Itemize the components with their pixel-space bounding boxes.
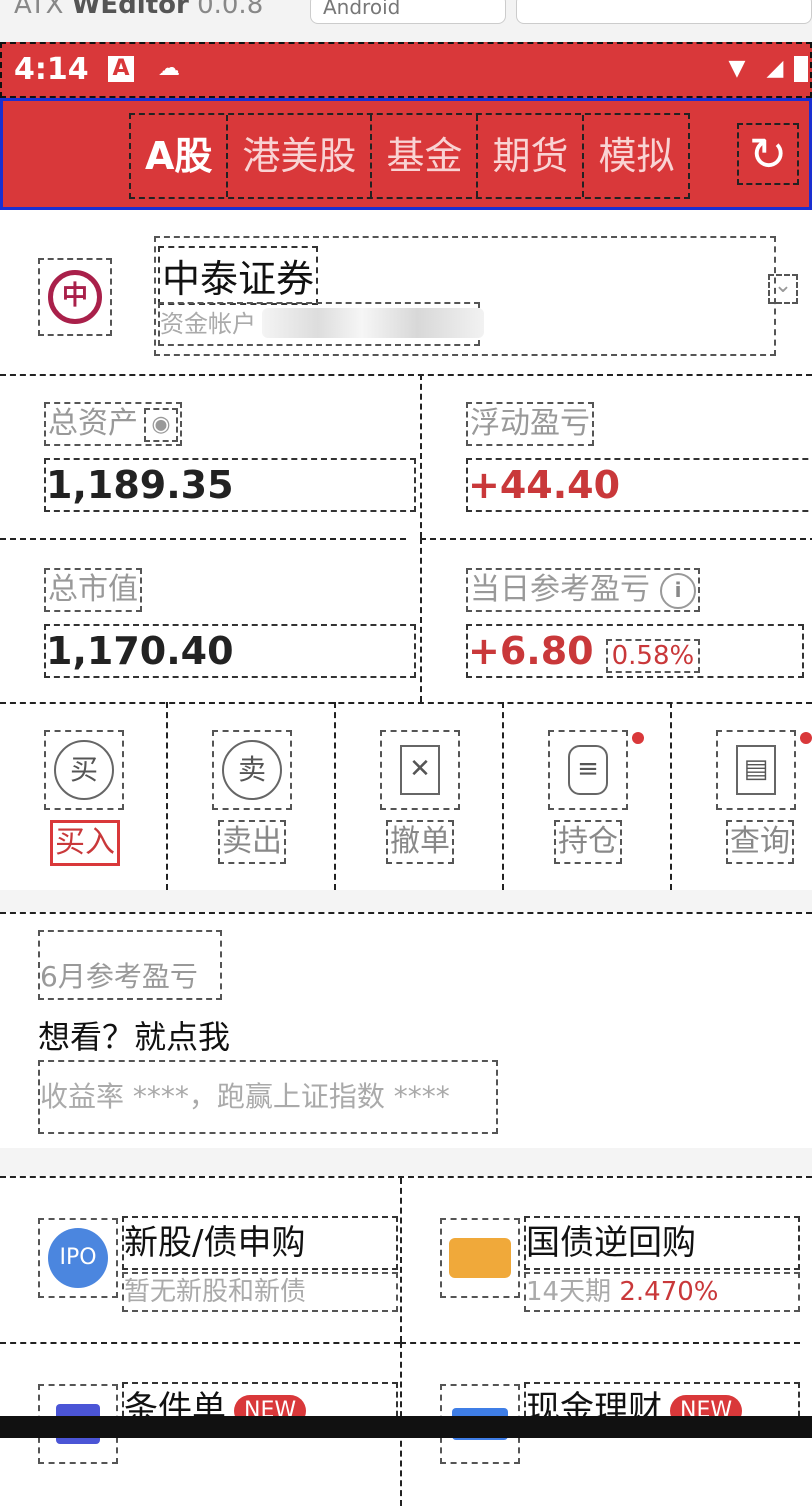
buy-label: 买入 (50, 820, 120, 866)
total-assets-cell: 总资产 ◉ 1,189.35 (0, 374, 416, 538)
document-icon: ▤ (716, 730, 796, 810)
floating-pl-value: +44.40 (466, 458, 812, 512)
ipo-icon-text: IPO (48, 1228, 108, 1288)
account-number-masked (262, 308, 484, 338)
ipo-icon: IPO (38, 1218, 118, 1298)
floating-pl-label: 浮动盈亏 (466, 402, 594, 446)
market-nav: A股 港美股 基金 期货 模拟 ↻ (0, 98, 812, 210)
system-nav-bar (0, 1416, 812, 1438)
buy-icon-glyph: 买 (54, 740, 114, 800)
feature-grid: IPO 新股/债申购 暂无新股和新债 国债逆回购 14天期 2.470% 条件单… (0, 1176, 812, 1506)
sell-label: 卖出 (218, 820, 286, 864)
ticket-icon-shape (449, 1238, 511, 1278)
sell-button[interactable]: 卖 卖出 (168, 702, 336, 890)
buy-icon: 买 (44, 730, 124, 810)
sell-icon: 卖 (212, 730, 292, 810)
tab-a-shares[interactable]: A股 (131, 115, 229, 197)
section-gap (0, 890, 812, 912)
positions-label: 持仓 (554, 820, 622, 864)
browser-title-prefix: ATX (14, 0, 64, 20)
today-pl-percent: 0.58% (605, 639, 701, 673)
tab-hk-us[interactable]: 港美股 (228, 115, 373, 197)
floating-pl-cell: 浮动盈亏 +44.40 (420, 374, 812, 538)
sell-icon-glyph: 卖 (222, 740, 282, 800)
ipo-subtitle: 暂无新股和新债 (122, 1272, 398, 1312)
browser-tab-android[interactable]: Android (310, 0, 506, 24)
today-pl-amount: +6.80 (468, 629, 594, 673)
buy-button[interactable]: 买 买入 (0, 702, 168, 890)
status-bar: 4:14 A ☁ ▼ ◢ (0, 42, 812, 98)
broker-name: 中泰证券 (158, 246, 319, 305)
cancel-order-label: 撤单 (386, 820, 454, 864)
query-button[interactable]: ▤ 查询 (672, 702, 812, 890)
refresh-icon[interactable]: ↻ (737, 123, 799, 185)
reverse-repo-rate: 2.470% (619, 1277, 719, 1307)
wifi-icon: ▼ (728, 56, 746, 81)
query-label: 查询 (726, 820, 794, 864)
reverse-repo-term: 14天期 (526, 1277, 612, 1307)
database-icon: ≡ (548, 730, 628, 810)
browser-tab-label: Android (323, 0, 401, 19)
cancel-order-icon-glyph: ✕ (400, 745, 440, 795)
positions-badge-dot (632, 732, 644, 744)
market-tabs: A股 港美股 基金 期货 模拟 (129, 113, 691, 199)
monthly-pl-card[interactable]: 6月参考盈亏 想看？就点我 收益率 ****，跑赢上证指数 **** (0, 912, 812, 1152)
monthly-pl-subtitle: 收益率 ****，跑赢上证指数 **** (38, 1060, 498, 1134)
browser-title: ATX WEditor 0.0.8 (14, 0, 263, 20)
broker-logo: 中 (38, 258, 112, 336)
ipo-title: 新股/债申购 (122, 1216, 398, 1270)
ipo-subscribe-item[interactable]: IPO 新股/债申购 暂无新股和新债 (0, 1178, 400, 1342)
status-time: 4:14 (14, 52, 89, 87)
cancel-order-icon: ✕ (380, 730, 460, 810)
trade-actions: 买 买入 卖 卖出 ✕ 撤单 ≡ 持仓 ▤ 查询 (0, 702, 812, 892)
today-pl-label: 当日参考盈亏 i (466, 568, 700, 612)
info-icon[interactable]: i (660, 572, 696, 609)
market-value-label: 总市值 (44, 568, 142, 612)
database-icon-glyph: ≡ (568, 745, 608, 795)
ticket-icon (440, 1218, 520, 1298)
today-pl-label-text: 当日参考盈亏 (470, 572, 650, 607)
today-pl-value: +6.80 0.58% (466, 624, 804, 678)
browser-version: 0.0.8 (197, 0, 264, 20)
tab-funds[interactable]: 基金 (372, 115, 479, 197)
broker-logo-icon: 中 (48, 270, 102, 324)
tab-simulated[interactable]: 模拟 (584, 115, 688, 197)
query-badge-dot (800, 732, 812, 744)
reverse-repo-title: 国债逆回购 (524, 1216, 800, 1270)
monthly-pl-title: 6月参考盈亏 (38, 930, 222, 1000)
a-icon: A (108, 56, 134, 82)
reverse-repo-item[interactable]: 国债逆回购 14天期 2.470% (400, 1178, 800, 1342)
browser-title-bold: WEditor (71, 0, 189, 20)
browser-tab-empty[interactable] (516, 0, 812, 24)
today-pl-cell: 当日参考盈亏 i +6.80 0.58% (420, 538, 812, 702)
asset-stats: 总资产 ◉ 1,189.35 浮动盈亏 +44.40 总市值 1,170.40 当… (0, 374, 812, 704)
market-value-cell: 总市值 1,170.40 (0, 538, 416, 702)
total-assets-value: 1,189.35 (44, 458, 416, 512)
reverse-repo-subtitle: 14天期 2.470% (524, 1272, 800, 1312)
positions-button[interactable]: ≡ 持仓 (504, 702, 672, 890)
cancel-order-button[interactable]: ✕ 撤单 (336, 702, 504, 890)
section-gap-2 (0, 1148, 812, 1176)
account-label-text: 资金帐户 (160, 310, 256, 338)
account-row[interactable]: 中 中泰证券 资金帐户 ⌄ (0, 210, 812, 376)
monthly-pl-cta[interactable]: 想看？就点我 (38, 1012, 230, 1058)
cloud-icon: ☁ (158, 56, 180, 81)
market-value-value: 1,170.40 (44, 624, 416, 678)
battery-icon (794, 56, 808, 82)
chevron-down-icon[interactable]: ⌄ (768, 274, 798, 304)
eye-icon[interactable]: ◉ (144, 407, 178, 442)
browser-strip: ATX WEditor 0.0.8 Android (0, 0, 812, 43)
total-assets-label-text: 总资产 (48, 406, 138, 441)
tab-futures[interactable]: 期货 (478, 115, 585, 197)
document-icon-glyph: ▤ (736, 745, 776, 795)
signal-icon: ◢ (766, 56, 784, 81)
total-assets-label: 总资产 ◉ (44, 402, 182, 446)
